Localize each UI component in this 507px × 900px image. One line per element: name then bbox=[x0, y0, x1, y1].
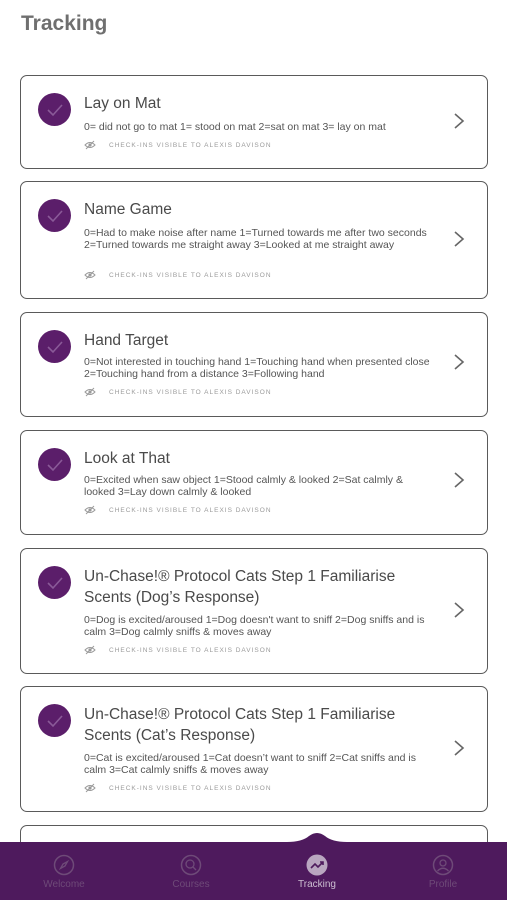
active-tab-notch bbox=[287, 833, 347, 852]
card-title: Look at That bbox=[84, 450, 170, 467]
nav-label: Tracking bbox=[298, 879, 336, 890]
tracking-card-look-at-that[interactable]: Look at That 0=Excited when saw object 1… bbox=[20, 430, 488, 535]
visibility-row: CHECK-INS VISIBLE TO ALEXIS DAVISON bbox=[84, 644, 272, 656]
nav-item-profile[interactable]: Profile bbox=[398, 854, 488, 890]
card-title: Lay on Mat bbox=[84, 95, 161, 112]
check-icon bbox=[38, 704, 71, 737]
card-title: Un-Chase!® Protocol Cats Step 1 Familiar… bbox=[84, 568, 396, 606]
tracking-card-lay-on-mat[interactable]: Lay on Mat 0= did not go to mat 1= stood… bbox=[20, 75, 488, 169]
chevron-right-icon[interactable] bbox=[453, 601, 465, 619]
page-title: Tracking bbox=[21, 12, 108, 35]
chevron-right-icon[interactable] bbox=[453, 112, 465, 130]
card-title: Hand Target bbox=[84, 332, 169, 349]
card-description: 0=Cat is excited/aroused 1=Cat doesn’t w… bbox=[84, 752, 417, 776]
card-description: 0=Had to make noise after name 1=Turned … bbox=[84, 227, 427, 251]
card-description: 0= did not go to mat 1= stood on mat 2=s… bbox=[84, 121, 386, 133]
card-title: Name Game bbox=[84, 201, 172, 218]
nav-item-tracking[interactable]: Tracking bbox=[272, 854, 362, 890]
nav-label: Courses bbox=[172, 879, 210, 890]
visibility-label: CHECK-INS VISIBLE TO ALEXIS DAVISON bbox=[109, 141, 272, 149]
visibility-label: CHECK-INS VISIBLE TO ALEXIS DAVISON bbox=[109, 271, 272, 279]
visibility-row: CHECK-INS VISIBLE TO ALEXIS DAVISON bbox=[84, 386, 272, 398]
magnifier-icon bbox=[180, 854, 202, 876]
nav-item-courses[interactable]: Courses bbox=[146, 854, 236, 890]
check-icon bbox=[38, 448, 71, 481]
eye-off-icon bbox=[84, 270, 96, 280]
chevron-right-icon[interactable] bbox=[453, 230, 465, 248]
tracking-card-name-game[interactable]: Name Game 0=Had to make noise after name… bbox=[20, 181, 488, 299]
tracking-card-unchase-cat[interactable]: Un-Chase!® Protocol Cats Step 1 Familiar… bbox=[20, 686, 488, 812]
tracking-card-unchase-dog[interactable]: Un-Chase!® Protocol Cats Step 1 Familiar… bbox=[20, 548, 488, 674]
trend-chart-icon bbox=[306, 854, 328, 876]
check-icon bbox=[38, 566, 71, 599]
eye-off-icon bbox=[84, 505, 96, 515]
nav-label: Welcome bbox=[43, 879, 85, 890]
tracking-card-hand-target[interactable]: Hand Target 0=Not interested in touching… bbox=[20, 312, 488, 417]
visibility-row: CHECK-INS VISIBLE TO ALEXIS DAVISON bbox=[84, 139, 272, 151]
check-icon bbox=[38, 199, 71, 232]
visibility-label: CHECK-INS VISIBLE TO ALEXIS DAVISON bbox=[109, 646, 272, 654]
visibility-row: CHECK-INS VISIBLE TO ALEXIS DAVISON bbox=[84, 782, 272, 794]
visibility-label: CHECK-INS VISIBLE TO ALEXIS DAVISON bbox=[109, 784, 272, 792]
chevron-right-icon[interactable] bbox=[453, 739, 465, 757]
nav-item-welcome[interactable]: Welcome bbox=[19, 854, 109, 890]
check-icon bbox=[38, 93, 71, 126]
card-description: 0=Excited when saw object 1=Stood calmly… bbox=[84, 474, 403, 498]
card-description: 0=Dog is excited/aroused 1=Dog doesn't w… bbox=[84, 614, 425, 638]
visibility-label: CHECK-INS VISIBLE TO ALEXIS DAVISON bbox=[109, 506, 272, 514]
card-title: Un-Chase!® Protocol Cats Step 1 Familiar… bbox=[84, 706, 396, 744]
eye-off-icon bbox=[84, 645, 96, 655]
chevron-right-icon[interactable] bbox=[453, 471, 465, 489]
user-circle-icon bbox=[432, 854, 454, 876]
nav-label: Profile bbox=[428, 879, 458, 890]
visibility-label: CHECK-INS VISIBLE TO ALEXIS DAVISON bbox=[109, 388, 272, 396]
eye-off-icon bbox=[84, 783, 96, 793]
eye-off-icon bbox=[84, 387, 96, 397]
visibility-row: CHECK-INS VISIBLE TO ALEXIS DAVISON bbox=[84, 504, 272, 516]
eye-off-icon bbox=[84, 140, 96, 150]
compass-icon bbox=[53, 854, 75, 876]
card-description: 0=Not interested in touching hand 1=Touc… bbox=[84, 356, 430, 380]
chevron-right-icon[interactable] bbox=[453, 353, 465, 371]
check-icon bbox=[38, 330, 71, 363]
visibility-row: CHECK-INS VISIBLE TO ALEXIS DAVISON bbox=[84, 269, 272, 281]
